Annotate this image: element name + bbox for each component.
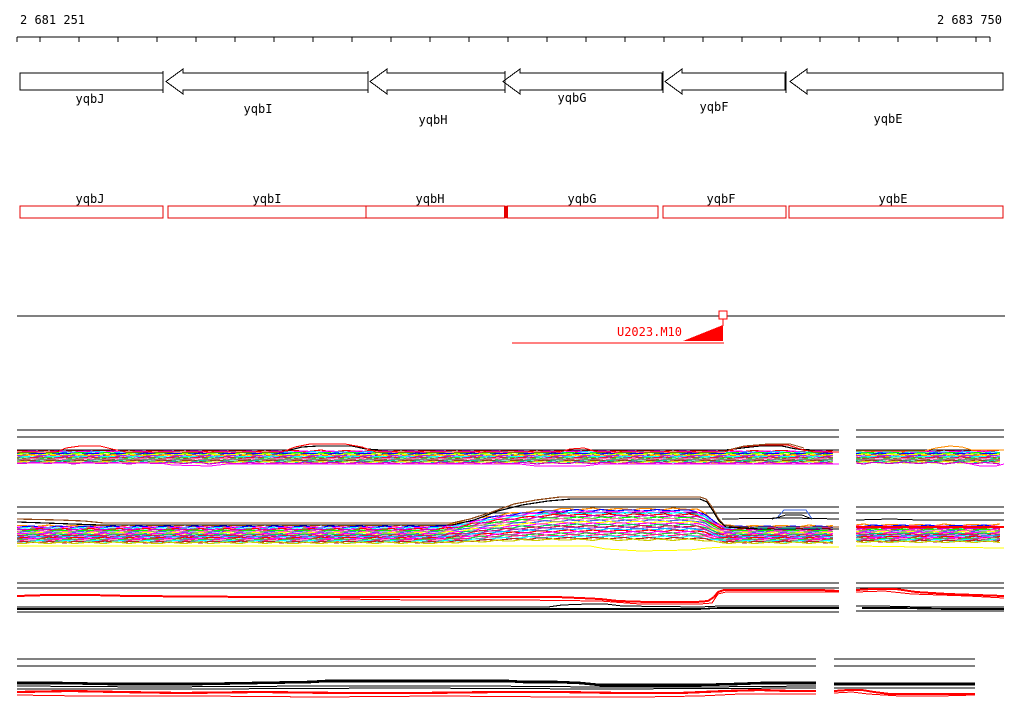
labels-layer: 2 681 251 2 683 750 U2023.M10 yqbJ yqbI yq… xyxy=(0,0,1024,714)
gene-label-yqbF: yqbF xyxy=(699,100,729,114)
gene-label-yqbE: yqbE xyxy=(873,112,903,126)
gene-label-yqbJ: yqbJ xyxy=(75,92,105,106)
gene-box-label-yqbE: yqbE xyxy=(878,192,908,206)
feature-label[interactable]: U2023.M10 xyxy=(617,326,682,338)
gene-box-label-yqbJ: yqbJ xyxy=(75,192,105,206)
genome-browser-view: 2 681 251 2 683 750 U2023.M10 yqbJ yqbI yq… xyxy=(0,0,1024,714)
gene-label-yqbI: yqbI xyxy=(243,102,273,116)
ruler-start-coordinate: 2 681 251 xyxy=(20,13,86,27)
gene-box-label-yqbH: yqbH xyxy=(415,192,445,206)
ruler-end-coordinate: 2 683 750 xyxy=(936,13,1002,27)
gene-box-label-yqbF: yqbF xyxy=(706,192,736,206)
gene-label-yqbG: yqbG xyxy=(557,91,587,105)
gene-label-yqbH: yqbH xyxy=(418,113,448,127)
gene-box-label-yqbG: yqbG xyxy=(567,192,597,206)
gene-box-label-yqbI: yqbI xyxy=(252,192,282,206)
